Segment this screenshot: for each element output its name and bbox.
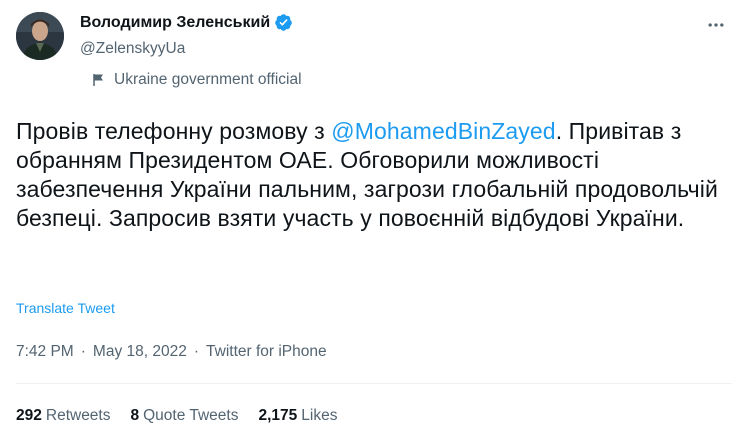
tweet-date[interactable]: May 18, 2022	[93, 343, 187, 361]
author-name-row[interactable]: Володимир Зеленський	[80, 13, 293, 32]
author-display-name[interactable]: Володимир Зеленський	[80, 14, 270, 32]
tweet-stats: 292 Retweets 8 Quote Tweets 2,175 Likes	[16, 407, 357, 425]
tweet-meta: 7:42 PM · May 18, 2022 · Twitter for iPh…	[16, 343, 327, 361]
account-label[interactable]: Ukraine government official	[92, 71, 302, 89]
avatar[interactable]	[16, 12, 64, 60]
avatar-image	[16, 12, 64, 60]
retweets-label: Retweets	[45, 407, 111, 424]
likes-label: Likes	[301, 407, 338, 424]
more-horizontal-icon	[708, 23, 724, 27]
retweets-count: 292	[16, 407, 42, 424]
meta-separator: ·	[80, 343, 86, 360]
quote-tweets-count: 8	[130, 407, 140, 424]
likes-stat[interactable]: 2,175 Likes	[258, 407, 337, 425]
more-options-button[interactable]	[704, 13, 728, 37]
account-label-text: Ukraine government official	[114, 71, 302, 88]
tweet-source[interactable]: Twitter for iPhone	[206, 343, 327, 361]
quote-tweets-label: Quote Tweets	[143, 407, 239, 424]
meta-separator: ·	[193, 343, 200, 360]
mention-link[interactable]: @MohamedBinZayed	[331, 118, 555, 144]
divider	[16, 383, 732, 384]
tweet-text-start: Провів телефонну розмову з	[16, 118, 332, 144]
flag-icon	[92, 73, 106, 87]
likes-count: 2,175	[258, 407, 298, 424]
translate-tweet-link[interactable]: Translate Tweet	[16, 300, 115, 316]
tweet-text: Провів телефонну розмову з @MohamedBinZa…	[16, 117, 732, 233]
quote-tweets-stat[interactable]: 8 Quote Tweets	[131, 407, 239, 425]
author-handle[interactable]: @ZelenskyyUa	[80, 40, 185, 58]
verified-badge-icon	[274, 13, 293, 32]
tweet-time[interactable]: 7:42 PM	[16, 343, 74, 361]
retweets-stat[interactable]: 292 Retweets	[16, 407, 111, 425]
